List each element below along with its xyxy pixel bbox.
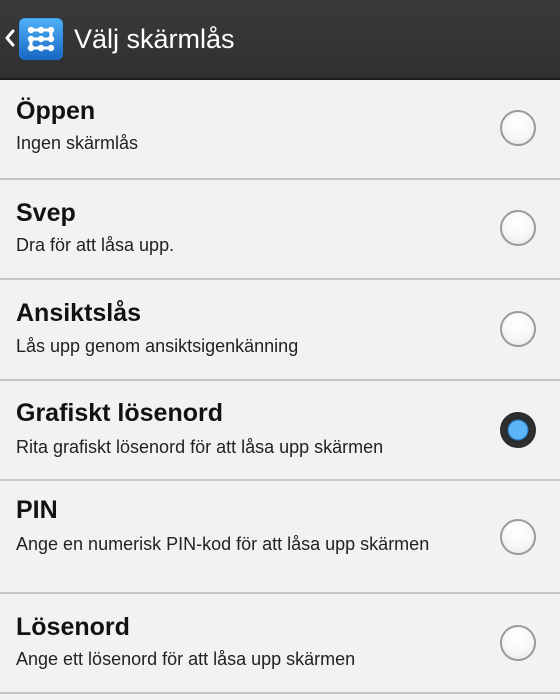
option-title: PIN [16,496,58,524]
radio-button-selected[interactable] [500,412,536,448]
option-subtitle: Dra för att låsa upp. [16,235,175,255]
pattern-grid-icon[interactable] [19,18,63,60]
radio-button[interactable] [500,210,536,246]
option-pattern[interactable]: Grafiskt lösenord Rita grafiskt lösenord… [0,381,560,481]
option-title: Grafiskt lösenord [16,399,223,427]
option-subtitle: Lås upp genom ansiktsigenkänning [16,336,299,356]
chevron-left-icon[interactable] [2,26,18,50]
option-swipe[interactable]: Svep Dra för att låsa upp. [0,180,560,280]
action-bar: Välj skärmlås [0,0,560,80]
option-open[interactable]: Öppen Ingen skärmlås [0,80,560,180]
option-title: Lösenord [16,613,130,641]
radio-button[interactable] [500,311,536,347]
radio-button[interactable] [500,110,536,146]
option-subtitle: Ingen skärmlås [16,133,139,153]
option-title: Öppen [16,97,96,125]
lock-option-list: Öppen Ingen skärmlås Svep Dra för att lå… [0,80,560,694]
option-password[interactable]: Lösenord Ange ett lösenord för att låsa … [0,594,560,694]
option-subtitle: Rita grafiskt lösenord för att låsa upp … [16,437,384,457]
option-pin[interactable]: PIN Ange en numerisk PIN-kod för att lås… [0,481,560,594]
option-subtitle: Ange en numerisk PIN-kod för att låsa up… [16,534,430,554]
radio-button[interactable] [500,519,536,555]
radio-button[interactable] [500,625,536,661]
option-subtitle: Ange ett lösenord för att låsa upp skärm… [16,649,356,669]
page-title: Välj skärmlås [74,24,235,54]
option-title: Ansiktslås [16,299,142,327]
option-face-unlock[interactable]: Ansiktslås Lås upp genom ansiktsigenkänn… [0,280,560,381]
option-title: Svep [16,199,76,227]
